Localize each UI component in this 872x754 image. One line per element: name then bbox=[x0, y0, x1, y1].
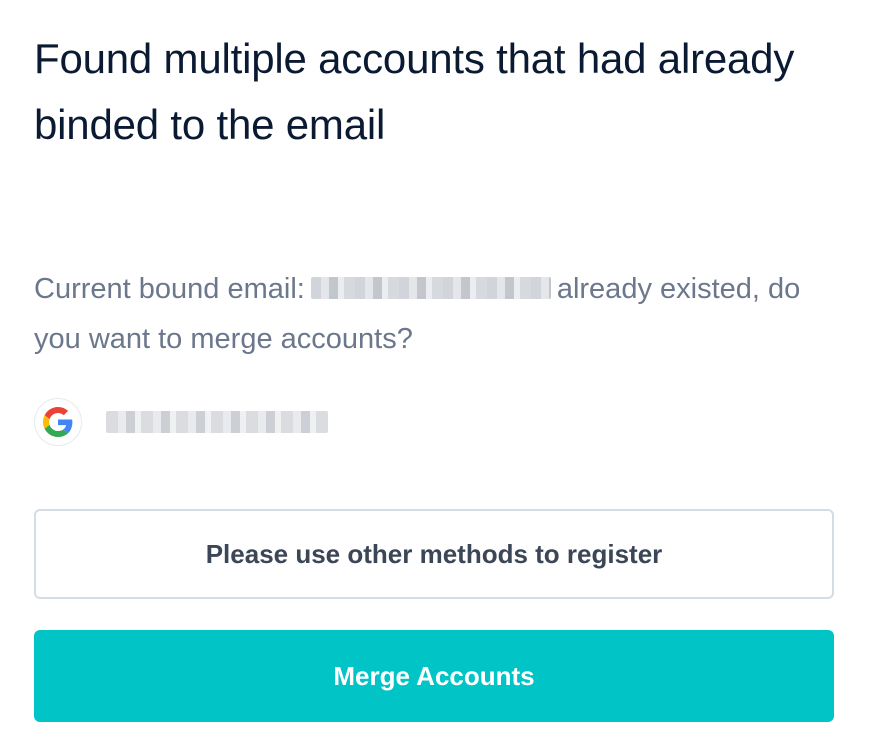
use-other-methods-label: Please use other methods to register bbox=[205, 538, 663, 569]
message-prefix: Current bound email: bbox=[34, 273, 305, 305]
linked-account-row bbox=[34, 397, 328, 447]
merge-accounts-label: Merge Accounts bbox=[333, 660, 535, 691]
merge-accounts-button[interactable]: Merge Accounts bbox=[34, 630, 834, 722]
merge-accounts-dialog: Found multiple accounts that had already… bbox=[0, 0, 872, 754]
use-other-methods-button[interactable]: Please use other methods to register bbox=[34, 509, 834, 599]
merge-message: Current bound email: already existed, do … bbox=[34, 264, 844, 364]
google-icon bbox=[34, 398, 82, 446]
page-title: Found multiple accounts that had already… bbox=[34, 35, 795, 148]
redacted-account-id bbox=[106, 411, 328, 433]
redacted-email bbox=[310, 277, 551, 300]
